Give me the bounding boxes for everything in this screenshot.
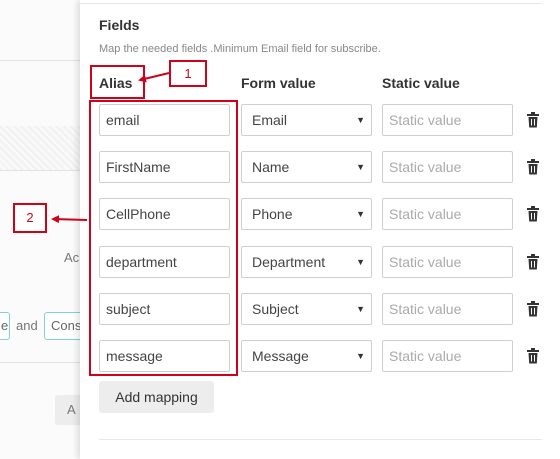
background-partial-text: Ac bbox=[64, 250, 80, 265]
form-value-select[interactable]: Department ▼ bbox=[241, 246, 372, 278]
annotation-label-1: 1 bbox=[169, 60, 207, 87]
form-value-selected: Subject bbox=[252, 301, 299, 317]
background-tag[interactable]: Cons bbox=[44, 312, 82, 340]
column-header-static-value: Static value bbox=[382, 75, 460, 91]
background-tag[interactable]: e bbox=[0, 312, 10, 340]
static-value-input[interactable]: Static value bbox=[382, 198, 513, 230]
panel-divider bbox=[80, 0, 542, 4]
background-divider bbox=[0, 60, 82, 61]
chevron-down-icon: ▼ bbox=[356, 209, 365, 219]
form-value-selected: Phone bbox=[252, 206, 293, 222]
form-value-select[interactable]: Message ▼ bbox=[241, 340, 372, 372]
section-description: Map the needed fields .Minimum Email fie… bbox=[99, 43, 381, 55]
form-value-selected: Department bbox=[252, 254, 326, 270]
background-divider bbox=[0, 362, 82, 363]
form-value-selected: Email bbox=[252, 112, 288, 128]
column-header-form-value: Form value bbox=[241, 75, 316, 91]
annotation-highlight-alias-column bbox=[89, 100, 238, 376]
background-divider bbox=[0, 170, 82, 171]
form-value-select[interactable]: Phone ▼ bbox=[241, 198, 372, 230]
trash-icon[interactable] bbox=[526, 159, 540, 175]
form-value-select[interactable]: Name ▼ bbox=[241, 151, 372, 183]
annotation-label-2: 2 bbox=[13, 203, 47, 233]
static-value-input[interactable]: Static value bbox=[382, 340, 513, 372]
static-value-input[interactable]: Static value bbox=[382, 293, 513, 325]
static-value-input[interactable]: Static value bbox=[382, 151, 513, 183]
form-value-selected: Message bbox=[252, 348, 309, 364]
trash-icon[interactable] bbox=[526, 301, 540, 317]
chevron-down-icon: ▼ bbox=[356, 162, 365, 172]
trash-icon[interactable] bbox=[526, 112, 540, 128]
chevron-down-icon: ▼ bbox=[356, 351, 365, 361]
form-value-select[interactable]: Email ▼ bbox=[241, 104, 372, 136]
background-connector-text: and bbox=[16, 318, 38, 333]
chevron-down-icon: ▼ bbox=[356, 115, 365, 125]
trash-icon[interactable] bbox=[526, 206, 540, 222]
form-value-selected: Name bbox=[252, 159, 290, 175]
panel-bottom-divider bbox=[99, 439, 542, 440]
chevron-down-icon: ▼ bbox=[356, 304, 365, 314]
chevron-down-icon: ▼ bbox=[356, 257, 365, 267]
form-value-select[interactable]: Subject ▼ bbox=[241, 293, 372, 325]
section-title: Fields bbox=[99, 17, 140, 33]
trash-icon[interactable] bbox=[526, 348, 540, 364]
annotation-highlight-alias-header bbox=[90, 65, 145, 99]
trash-icon[interactable] bbox=[526, 254, 540, 270]
static-value-input[interactable]: Static value bbox=[382, 246, 513, 278]
add-mapping-button[interactable]: Add mapping bbox=[99, 381, 214, 413]
background-button[interactable]: A bbox=[55, 395, 82, 425]
static-value-input[interactable]: Static value bbox=[382, 104, 513, 136]
background-pattern bbox=[0, 126, 82, 170]
